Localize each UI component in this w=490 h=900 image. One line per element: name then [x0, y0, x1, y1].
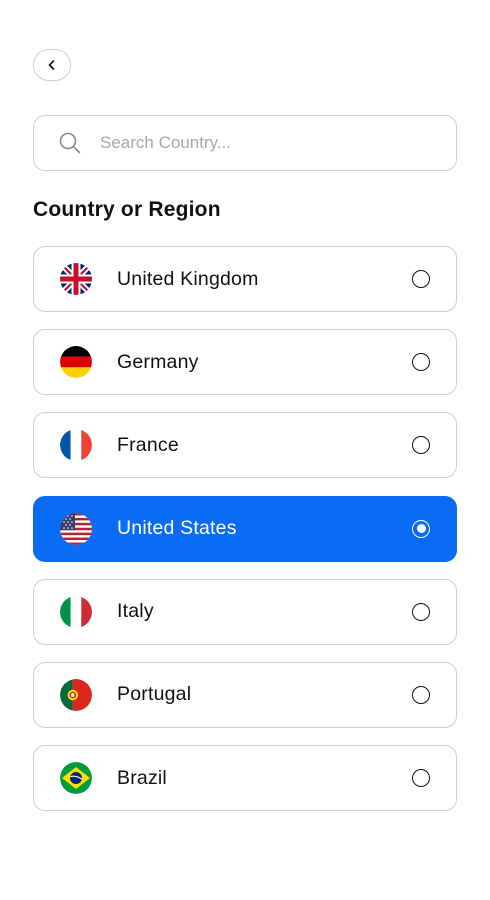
uk-flag-icon [60, 263, 92, 295]
italy-flag-icon [60, 595, 92, 628]
country-name: United Kingdom [117, 267, 259, 290]
country-item-germany[interactable]: Germany [33, 329, 457, 396]
usa-flag-icon [60, 512, 92, 545]
radio-button[interactable] [412, 685, 430, 704]
search-input[interactable] [100, 133, 400, 153]
country-item-italy[interactable]: Italy [33, 578, 457, 645]
radio-dot [416, 524, 426, 534]
country-list: United Kingdom Germany France United Sta… [33, 246, 457, 828]
radio-button[interactable] [412, 769, 430, 788]
country-item-brazil[interactable]: Brazil [33, 745, 457, 812]
country-item-united-kingdom[interactable]: United Kingdom [33, 246, 457, 312]
country-name: United States [117, 517, 237, 540]
brazil-flag-icon [60, 762, 92, 795]
country-name: Brazil [117, 766, 167, 789]
radio-button[interactable] [412, 602, 430, 621]
country-item-france[interactable]: France [33, 412, 457, 479]
radio-button[interactable] [412, 270, 430, 288]
radio-button-selected[interactable] [412, 519, 430, 538]
country-select-screen: Country or Region United Kingdom [0, 0, 490, 900]
germany-flag-icon [60, 346, 92, 379]
radio-button[interactable] [412, 353, 430, 372]
france-flag-icon [60, 429, 92, 462]
chevron-left-icon [48, 60, 55, 70]
country-item-portugal[interactable]: Portugal [33, 661, 457, 728]
country-item-united-states[interactable]: United States [33, 495, 457, 562]
country-name: France [117, 433, 179, 456]
radio-button[interactable] [412, 436, 430, 455]
search-bar[interactable] [33, 115, 457, 171]
country-name: Italy [117, 600, 154, 623]
search-icon [59, 132, 81, 154]
section-title: Country or Region [33, 198, 221, 221]
country-name: Portugal [117, 683, 192, 706]
portugal-flag-icon [60, 678, 92, 711]
back-button[interactable] [33, 49, 71, 81]
country-name: Germany [117, 350, 199, 373]
